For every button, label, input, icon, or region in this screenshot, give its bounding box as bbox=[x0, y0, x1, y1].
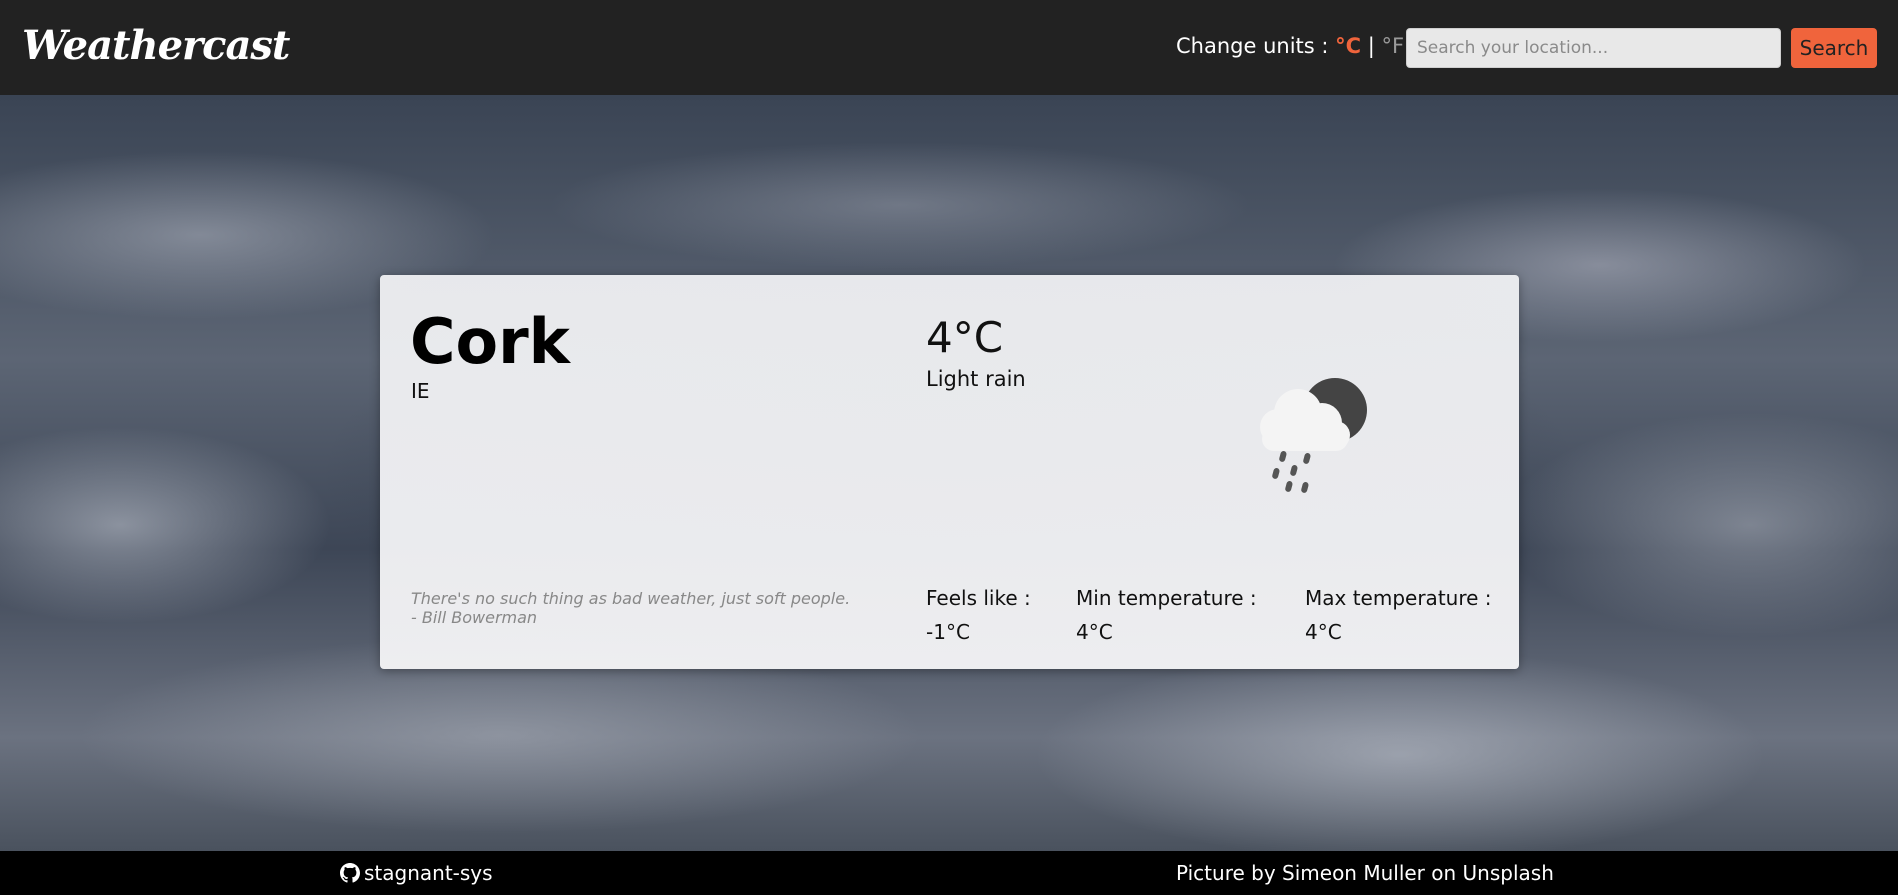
units-separator: | bbox=[1367, 34, 1375, 58]
weather-quote: There's no such thing as bad weather, ju… bbox=[411, 589, 850, 627]
photo-credit-link[interactable]: Picture by Simeon Muller on Unsplash bbox=[1176, 861, 1554, 885]
current-temperature: 4°C bbox=[926, 313, 1004, 362]
search-button[interactable]: Search bbox=[1791, 28, 1877, 68]
max-temperature-value: 4°C bbox=[1305, 620, 1342, 644]
footer: stagnant-sys Picture by Simeon Muller on… bbox=[0, 851, 1898, 895]
feels-like-label: Feels like : bbox=[926, 586, 1031, 610]
feels-like-stat: Feels like : -1°C bbox=[926, 581, 1031, 649]
weather-condition: Light rain bbox=[926, 367, 1026, 391]
feels-like-value: -1°C bbox=[926, 620, 970, 644]
country-code: IE bbox=[411, 379, 430, 403]
github-username: stagnant-sys bbox=[364, 861, 493, 885]
cloud-rain-moon-icon bbox=[1240, 365, 1390, 505]
github-link[interactable]: stagnant-sys bbox=[340, 861, 493, 885]
quote-text: There's no such thing as bad weather, ju… bbox=[411, 589, 851, 608]
quote-author: - Bill Bowerman bbox=[411, 608, 538, 627]
max-temperature-label: Max temperature : bbox=[1305, 586, 1492, 610]
top-bar: Weathercast Change units : °C | °F Searc… bbox=[0, 0, 1898, 95]
min-temperature-label: Min temperature : bbox=[1076, 586, 1257, 610]
city-name: Cork bbox=[410, 305, 570, 378]
min-temperature-stat: Min temperature : 4°C bbox=[1076, 581, 1257, 649]
location-search-input[interactable] bbox=[1406, 28, 1781, 68]
fahrenheit-toggle[interactable]: °F bbox=[1382, 34, 1405, 58]
app-logo: Weathercast bbox=[22, 22, 290, 69]
unit-switcher: Change units : °C | °F bbox=[1176, 34, 1404, 58]
celsius-toggle[interactable]: °C bbox=[1335, 34, 1361, 58]
min-temperature-value: 4°C bbox=[1076, 620, 1113, 644]
max-temperature-stat: Max temperature : 4°C bbox=[1305, 581, 1492, 649]
weather-card: Cork IE 4°C Light rain There's no such t… bbox=[380, 275, 1519, 669]
units-label: Change units : bbox=[1176, 34, 1329, 58]
github-icon bbox=[340, 863, 360, 883]
